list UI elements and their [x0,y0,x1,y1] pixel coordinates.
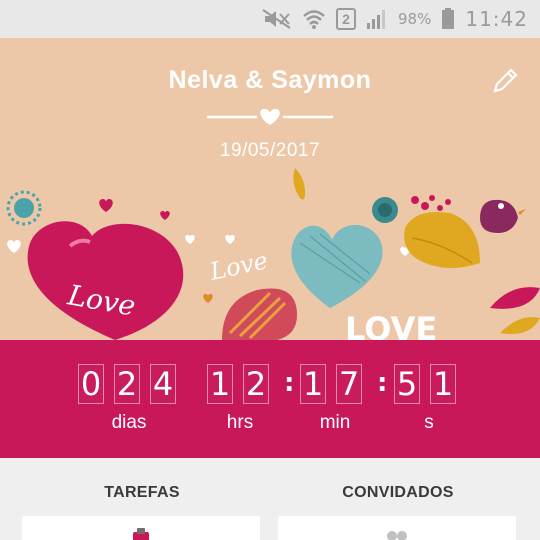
bird-icon [480,199,526,233]
leaf-icon [293,168,305,200]
mute-icon [262,9,292,29]
minutes-digit: 7 [336,364,362,404]
leaf-icon [222,288,297,340]
signal-icon [366,8,388,30]
guests-title[interactable]: CONVIDADOS [278,484,518,502]
status-icons: 2 98% 11:42 [262,6,528,32]
berries-icon [411,195,451,211]
people-icon [387,531,407,540]
leaf-icon [500,317,540,334]
wifi-icon [302,8,326,30]
countdown-panel: 0 2 4 dias 1 2 hrs : 1 7 min : 5 1 s [0,340,540,458]
heart-icon [260,108,280,125]
big-heart-icon [27,221,184,340]
days-digit: 0 [78,364,104,404]
cards-section: TAREFAS CONVIDADOS [0,458,540,540]
clock: 11:42 [465,7,528,31]
seconds-label: s [424,412,434,433]
small-heart-icon [185,235,195,244]
minutes-digit: 1 [300,364,326,404]
leaf-icon [490,287,540,309]
minutes-label: min [319,412,351,433]
hours-digit: 1 [207,364,233,404]
love-word: Love [207,246,271,286]
small-heart-icon [7,240,21,253]
wedding-header: Nelva & Saymon 19/05/2017 Love Love LOVE [0,38,540,340]
heart-divider [207,108,333,125]
couple-name: Nelva & Saymon [168,66,372,94]
small-heart-icon [160,211,170,220]
time-separator: : [284,368,295,398]
small-heart-icon [99,199,113,212]
love-illustration: Love Love LOVE [6,168,540,340]
tasks-card[interactable] [22,516,260,540]
hours-label: hrs [226,412,254,433]
tasks-title[interactable]: TAREFAS [22,484,262,502]
guests-card[interactable] [278,516,516,540]
battery-icon [441,8,455,30]
small-heart-icon [203,294,213,303]
sim-badge: 2 [336,8,357,30]
love-word: LOVE [345,310,437,340]
battery-percent: 98% [398,10,432,28]
seconds-digit: 1 [430,364,456,404]
time-separator: : [377,368,388,398]
days-digit: 4 [150,364,176,404]
status-bar: 2 98% 11:42 [0,0,540,38]
leaf-icon [404,212,480,268]
hours-digit: 2 [243,364,269,404]
flower-icon [6,190,42,226]
days-digit: 2 [114,364,140,404]
clipboard-icon [133,528,149,540]
edit-icon[interactable] [490,66,520,96]
seconds-digit: 5 [394,364,420,404]
flower-icon [372,197,398,223]
teal-heart-icon [291,225,383,308]
small-heart-icon [225,235,235,244]
days-label: dias [111,412,147,433]
